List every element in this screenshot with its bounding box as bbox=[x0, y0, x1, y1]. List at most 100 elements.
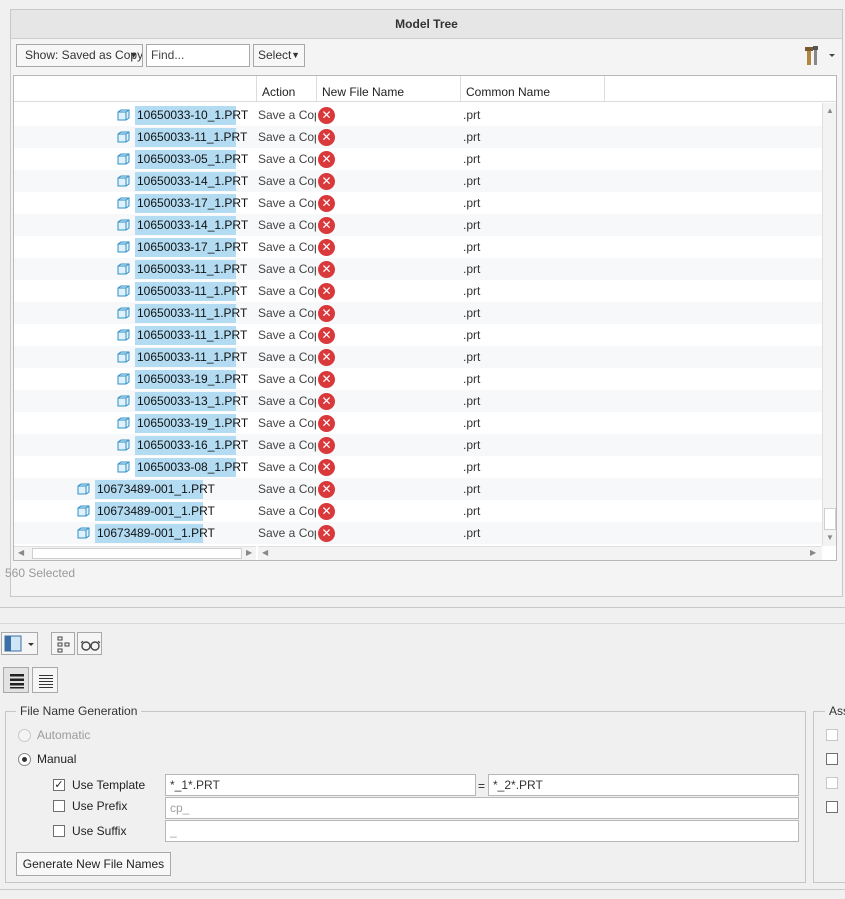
horizontal-scroll-thumb[interactable] bbox=[32, 548, 242, 559]
common-name-cell[interactable]: .prt bbox=[463, 456, 480, 478]
part-name[interactable]: 10650033-11_1.PRT bbox=[135, 260, 247, 279]
table-row[interactable]: 10650033-13_1.PRT Save a Copy✕ .prt bbox=[14, 390, 822, 412]
generate-new-file-names-button[interactable]: Generate New File Names bbox=[16, 852, 171, 876]
action-cell[interactable]: Save a Copy bbox=[258, 412, 316, 434]
common-name-cell[interactable]: .prt bbox=[463, 170, 480, 192]
table-row[interactable]: 10650033-14_1.PRT Save a Copy✕ .prt bbox=[14, 214, 822, 236]
action-cell[interactable]: Save a Copy bbox=[258, 478, 316, 500]
view-layout-dropdown[interactable] bbox=[1, 632, 38, 655]
assoc-checkbox[interactable] bbox=[826, 777, 838, 789]
action-cell[interactable]: Save a Copy bbox=[258, 148, 316, 170]
manual-radio[interactable] bbox=[18, 753, 31, 766]
common-name-cell[interactable]: .prt bbox=[463, 346, 480, 368]
common-name-cell[interactable]: .prt bbox=[463, 236, 480, 258]
header-common-name[interactable]: Common Name bbox=[461, 76, 605, 102]
part-name[interactable]: 10650033-17_1.PRT bbox=[135, 194, 248, 213]
horizontal-scrollbar-right[interactable]: ◀ ▶ bbox=[258, 546, 822, 560]
prefix-field[interactable]: cp_ bbox=[165, 797, 799, 819]
action-cell[interactable]: Save a Copy bbox=[258, 214, 316, 236]
table-row[interactable]: 10650033-17_1.PRT Save a Copy✕ .prt bbox=[14, 192, 822, 214]
common-name-cell[interactable]: .prt bbox=[463, 126, 480, 148]
table-row[interactable]: 10673489-001_1.PRT Save a Copy✕ .prt bbox=[14, 500, 822, 522]
common-name-cell[interactable]: .prt bbox=[463, 148, 480, 170]
scroll-left-icon[interactable]: ◀ bbox=[18, 548, 24, 557]
table-row[interactable]: 10650033-05_1.PRT Save a Copy✕ .prt bbox=[14, 148, 822, 170]
assoc-checkbox[interactable] bbox=[826, 729, 838, 741]
common-name-cell[interactable]: .prt bbox=[463, 368, 480, 390]
part-name[interactable]: 10650033-11_1.PRT bbox=[135, 304, 247, 323]
part-name[interactable]: 10650033-11_1.PRT bbox=[135, 282, 247, 301]
action-cell[interactable]: Save a Copy bbox=[258, 522, 316, 544]
table-row[interactable]: 10650033-11_1.PRT Save a Copy✕ .prt bbox=[14, 324, 822, 346]
action-cell[interactable]: Save a Copy bbox=[258, 500, 316, 522]
part-name[interactable]: 10650033-11_1.PRT bbox=[135, 128, 247, 147]
table-row[interactable]: 10650033-16_1.PRT Save a Copy✕ .prt bbox=[14, 434, 822, 456]
part-name[interactable]: 10650033-05_1.PRT bbox=[135, 150, 248, 169]
common-name-cell[interactable]: .prt bbox=[463, 478, 480, 500]
vertical-scroll-thumb[interactable] bbox=[824, 508, 836, 530]
action-cell[interactable]: Save a Copy bbox=[258, 390, 316, 412]
table-row[interactable]: 10650033-19_1.PRT Save a Copy✕ .prt bbox=[14, 412, 822, 434]
action-cell[interactable]: Save a Copy bbox=[258, 280, 316, 302]
action-cell[interactable]: Save a Copy bbox=[258, 236, 316, 258]
scroll-left-icon[interactable]: ◀ bbox=[262, 548, 268, 557]
common-name-cell[interactable]: .prt bbox=[463, 522, 480, 544]
common-name-cell[interactable]: .prt bbox=[463, 500, 480, 522]
header-new-file-name[interactable]: New File Name bbox=[317, 76, 461, 102]
action-cell[interactable]: Save a Copy bbox=[258, 104, 316, 126]
part-name[interactable]: 10650033-11_1.PRT bbox=[135, 326, 247, 345]
scroll-right-icon[interactable]: ▶ bbox=[246, 548, 252, 557]
select-combo[interactable]: Select ▼ bbox=[253, 44, 305, 67]
part-name[interactable]: 10650033-11_1.PRT bbox=[135, 348, 247, 367]
horizontal-scrollbar-left[interactable]: ◀ ▶ bbox=[14, 546, 256, 560]
action-cell[interactable]: Save a Copy bbox=[258, 456, 316, 478]
table-row[interactable]: 10673489-001_1.PRT Save a Copy✕ .prt bbox=[14, 522, 822, 544]
table-row[interactable]: 10650033-11_1.PRT Save a Copy✕ .prt bbox=[14, 280, 822, 302]
action-cell[interactable]: Save a Copy bbox=[258, 434, 316, 456]
table-row[interactable]: 10650033-19_1.PRT Save a Copy✕ .prt bbox=[14, 368, 822, 390]
action-cell[interactable]: Save a Copy bbox=[258, 192, 316, 214]
action-cell[interactable]: Save a Copy bbox=[258, 302, 316, 324]
scroll-right-icon[interactable]: ▶ bbox=[810, 548, 816, 557]
common-name-cell[interactable]: .prt bbox=[463, 104, 480, 126]
common-name-cell[interactable]: .prt bbox=[463, 302, 480, 324]
part-name[interactable]: 10650033-19_1.PRT bbox=[135, 414, 248, 433]
table-row[interactable]: 10650033-11_1.PRT Save a Copy✕ .prt bbox=[14, 302, 822, 324]
show-filter-combo[interactable]: Show: Saved as Copy ▼ bbox=[16, 44, 143, 67]
table-row[interactable]: 10650033-11_1.PRT Save a Copy✕ .prt bbox=[14, 126, 822, 148]
tools-button[interactable] bbox=[801, 44, 839, 68]
action-cell[interactable]: Save a Copy bbox=[258, 324, 316, 346]
common-name-cell[interactable]: .prt bbox=[463, 258, 480, 280]
action-cell[interactable]: Save a Copy bbox=[258, 346, 316, 368]
part-name[interactable]: 10673489-001_1.PRT bbox=[95, 480, 215, 499]
action-cell[interactable]: Save a Copy bbox=[258, 126, 316, 148]
common-name-cell[interactable]: .prt bbox=[463, 434, 480, 456]
part-name[interactable]: 10650033-14_1.PRT bbox=[135, 216, 248, 235]
suffix-field[interactable]: _ bbox=[165, 820, 799, 842]
action-cell[interactable]: Save a Copy bbox=[258, 368, 316, 390]
common-name-cell[interactable]: .prt bbox=[463, 390, 480, 412]
part-name[interactable]: 10673489-001_1.PRT bbox=[95, 524, 215, 543]
header-tree-column[interactable] bbox=[14, 76, 257, 102]
table-row[interactable]: 10650033-11_1.PRT Save a Copy✕ .prt bbox=[14, 346, 822, 368]
use-prefix-checkbox[interactable] bbox=[53, 800, 65, 812]
compact-view-button[interactable] bbox=[32, 667, 58, 693]
preview-button[interactable] bbox=[77, 632, 102, 655]
template-to-field[interactable]: *_2*.PRT bbox=[488, 774, 799, 796]
use-template-checkbox[interactable]: ✓ bbox=[53, 779, 65, 791]
tree-view-button[interactable] bbox=[51, 632, 75, 655]
header-action[interactable]: Action bbox=[257, 76, 317, 102]
table-row[interactable]: 10673489-001_1.PRT Save a Copy✕ .prt bbox=[14, 478, 822, 500]
common-name-cell[interactable]: .prt bbox=[463, 280, 480, 302]
common-name-cell[interactable]: .prt bbox=[463, 192, 480, 214]
common-name-cell[interactable]: .prt bbox=[463, 214, 480, 236]
part-name[interactable]: 10650033-14_1.PRT bbox=[135, 172, 248, 191]
action-cell[interactable]: Save a Copy bbox=[258, 170, 316, 192]
vertical-scrollbar[interactable]: ▲ ▼ bbox=[822, 103, 836, 546]
part-name[interactable]: 10650033-16_1.PRT bbox=[135, 436, 248, 455]
part-name[interactable]: 10650033-08_1.PRT bbox=[135, 458, 248, 477]
part-name[interactable]: 10673489-001_1.PRT bbox=[95, 502, 215, 521]
use-suffix-checkbox[interactable] bbox=[53, 825, 65, 837]
part-name[interactable]: 10650033-19_1.PRT bbox=[135, 370, 248, 389]
scroll-down-icon[interactable]: ▼ bbox=[826, 533, 834, 542]
